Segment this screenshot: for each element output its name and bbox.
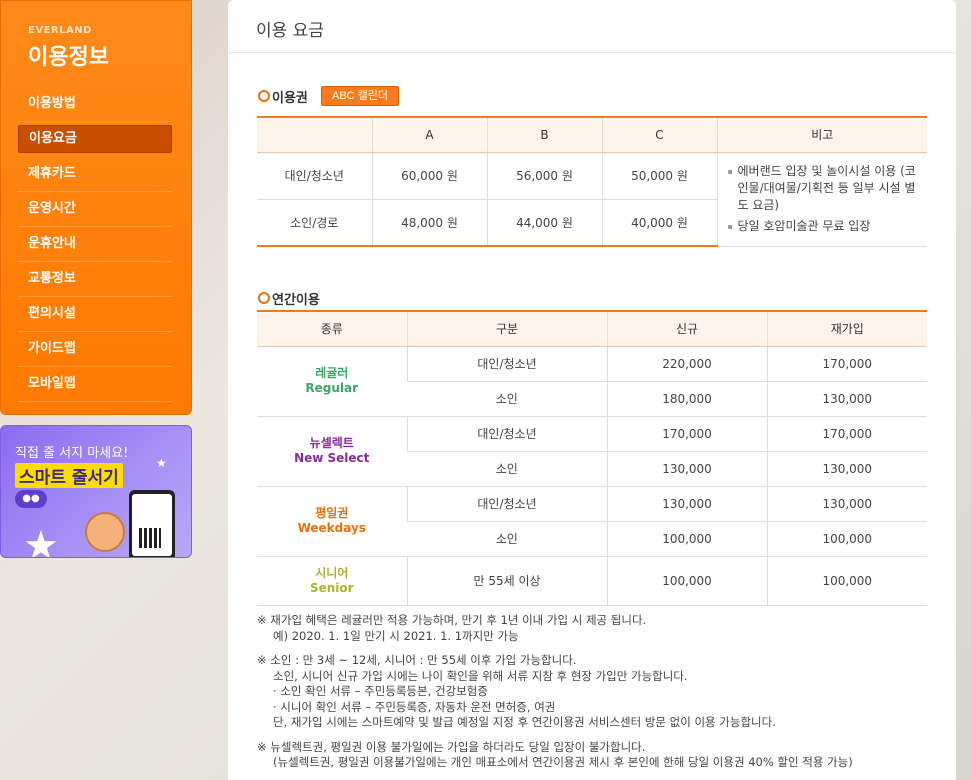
sidebar-item-hours[interactable]: 운영시간 [18,192,172,227]
price-cell: 56,000 원 [486,152,602,200]
annual-section-title: 연간이용 [258,289,320,308]
table-header [257,116,372,153]
phone-icon [129,490,175,557]
footnotes: ※ 재가입 혜택은 레귤러만 적용 가능하며, 만기 후 1년 이내 가입 시 … [257,613,937,771]
pass-name-ko: 레귤러 [315,366,349,380]
new-price-cell: 180,000 [606,381,767,417]
row-label: 대인/청소년 [257,152,372,200]
promo-line2: 스마트 줄서기 [15,463,123,488]
pass-name-ko: 시니어 [315,565,349,580]
remarks-cell: 에버랜드 입장 및 놀이시설 이용 (코인물/대여물/기획전 등 일부 시설 별… [716,152,927,247]
rejoin-price-cell: 130,000 [766,381,927,417]
sidebar-menu: 이용방법 이용요금 제휴카드 운영시간 운휴안내 교통정보 편의시설 가이드맵 … [18,87,172,402]
price-cell: 50,000 원 [601,152,717,200]
sidebar-item-cards[interactable]: 제휴카드 [18,157,172,192]
category-cell: 만 55세 이상 [406,556,607,606]
price-cell: 44,000 원 [486,199,602,247]
rejoin-price-cell: 170,000 [766,416,927,452]
table-header: 종류 [257,310,407,347]
category-cell: 소인 [407,381,607,417]
brand-sub: EVERLAND [28,25,92,36]
table-row: 레귤러 Regular 대인/청소년 220,000 170,000 [257,346,927,417]
new-price-cell: 130,000 [606,486,767,522]
new-price-cell: 220,000 [606,346,767,382]
pass-name-ko: 뉴셀렉트 [309,436,354,450]
price-cell: 60,000 원 [371,152,487,200]
row-label: 소인/경로 [257,199,372,247]
table-header: 비고 [716,116,927,153]
smart-queue-banner[interactable]: 직접 줄 서지 마세요! 스마트 줄서기 ●● ★ ★ [0,425,192,558]
ticket-price-table: A B C 비고 대인/청소년 60,000 원 56,000 원 50,000… [257,116,927,247]
table-row: 평일권 Weekdays 대인/청소년 130,000 130,000 [257,486,927,557]
table-row: 시니어 Senior 만 55세 이상 100,000 100,000 [257,556,927,606]
qr-icon [139,528,161,548]
rejoin-price-cell: 100,000 [766,521,927,557]
sidebar-item-facilities[interactable]: 편의시설 [18,297,172,332]
annual-pass-table: 종류 구분 신규 재가입 레귤러 Regular 대인/청소년 220,000 … [257,310,927,606]
footnote: · 시니어 확인 서류 – 주민등록증, 자동차 운전 면허증, 여권 [273,699,556,714]
footnote: 단, 재가입 시에는 스마트예약 및 발급 예정일 지정 후 연간이용권 서비스… [273,715,776,729]
rejoin-price-cell: 130,000 [766,486,927,522]
pass-name-en: New Select [294,451,370,465]
sidebar-item-fees[interactable]: 이용요금 [18,125,172,153]
pass-type-regular: 레귤러 Regular [257,346,407,417]
table-header: 재가입 [766,310,927,347]
category-cell: 소인 [407,451,607,487]
new-price-cell: 170,000 [606,416,767,452]
rejoin-price-cell: 100,000 [766,556,927,606]
sparkle-icon: ★ [156,456,167,470]
footnote: · 소인 확인 서류 – 주민등록등본, 건강보험증 [273,684,488,698]
new-price-cell: 130,000 [606,451,767,487]
pass-name-en: Weekdays [297,521,366,535]
table-header: 신규 [606,310,767,347]
footnote: 소인, 시니어 신규 가입 시에는 나이 확인을 위해 서류 지참 후 현장 가… [273,668,688,683]
page-header: 이용 요금 [228,0,956,53]
abc-calendar-button[interactable]: ABC 캘린더 [321,86,400,106]
sidebar-item-closures[interactable]: 운휴안내 [18,227,172,262]
footnote: (뉴셀렉트권, 평일권 이용불가일에는 개인 매표소에서 연간이용권 제시 후 … [273,755,853,769]
star-icon: ★ [23,523,59,558]
category-cell: 대인/청소년 [406,416,607,452]
content-panel: 이용 요금 이용권 ABC 캘린더 A B C 비고 대인/청소년 60,000… [228,0,956,780]
app-badge-icon: ●● [15,490,47,508]
rejoin-price-cell: 170,000 [766,346,927,382]
remark-item: 당일 호암미술관 무료 입장 [728,218,918,235]
category-cell: 대인/청소년 [406,486,607,522]
mascot-icon [85,512,125,552]
brand-title: 이용정보 [28,45,109,70]
sidebar: EVERLAND 이용정보 이용방법 이용요금 제휴카드 운영시간 운휴안내 교… [0,0,192,415]
sidebar-item-usage[interactable]: 이용방법 [18,87,172,122]
remark-item: 에버랜드 입장 및 놀이시설 이용 (코인물/대여물/기획전 등 일부 시설 별… [728,163,918,214]
table-row: 뉴셀렉트 New Select 대인/청소년 170,000 170,000 [257,416,927,487]
sidebar-item-transport[interactable]: 교통정보 [18,262,172,297]
price-cell: 40,000 원 [601,199,717,247]
promo-line1: 직접 줄 서지 마세요! [15,446,129,461]
pass-name-ko: 평일권 [315,506,349,520]
new-price-cell: 100,000 [606,556,767,606]
footnote: 예) 2020. 1. 1일 만기 시 2021. 1. 1까지만 가능 [273,628,519,643]
category-cell: 대인/청소년 [406,346,607,382]
footnote: ※ 소인 : 만 3세 ~ 12세, 시니어 : 만 55세 이후 가입 가능합… [257,653,577,667]
price-cell: 48,000 원 [371,199,487,247]
pass-name-en: Regular [305,381,359,395]
category-cell: 소인 [407,521,607,557]
table-header: B [486,116,602,153]
sidebar-item-guide-map[interactable]: 가이드맵 [18,332,172,367]
pass-type-weekdays: 평일권 Weekdays [257,486,407,557]
footnote: ※ 재가입 혜택은 레귤러만 적용 가능하며, 만기 후 1년 이내 가입 시 … [257,613,647,627]
table-header: 구분 [406,310,607,347]
rejoin-price-cell: 130,000 [766,451,927,487]
pass-name-en: Senior [309,580,354,595]
new-price-cell: 100,000 [606,521,767,557]
pass-type-senior: 시니어 Senior [257,556,407,606]
footnote: ※ 뉴셀렉트권, 평일권 이용 불가일에는 가입을 하더라도 당일 입장이 불가… [257,739,646,754]
page-title: 이용 요금 [256,21,324,41]
table-header: C [601,116,717,153]
sidebar-item-mobile-map[interactable]: 모바일맵 [18,367,172,402]
pass-type-new-select: 뉴셀렉트 New Select [257,416,407,487]
table-header: A [371,116,487,153]
ticket-section-title: 이용권 [258,87,308,106]
table-row: 대인/청소년 60,000 원 56,000 원 50,000 원 에버랜드 입… [257,152,927,247]
